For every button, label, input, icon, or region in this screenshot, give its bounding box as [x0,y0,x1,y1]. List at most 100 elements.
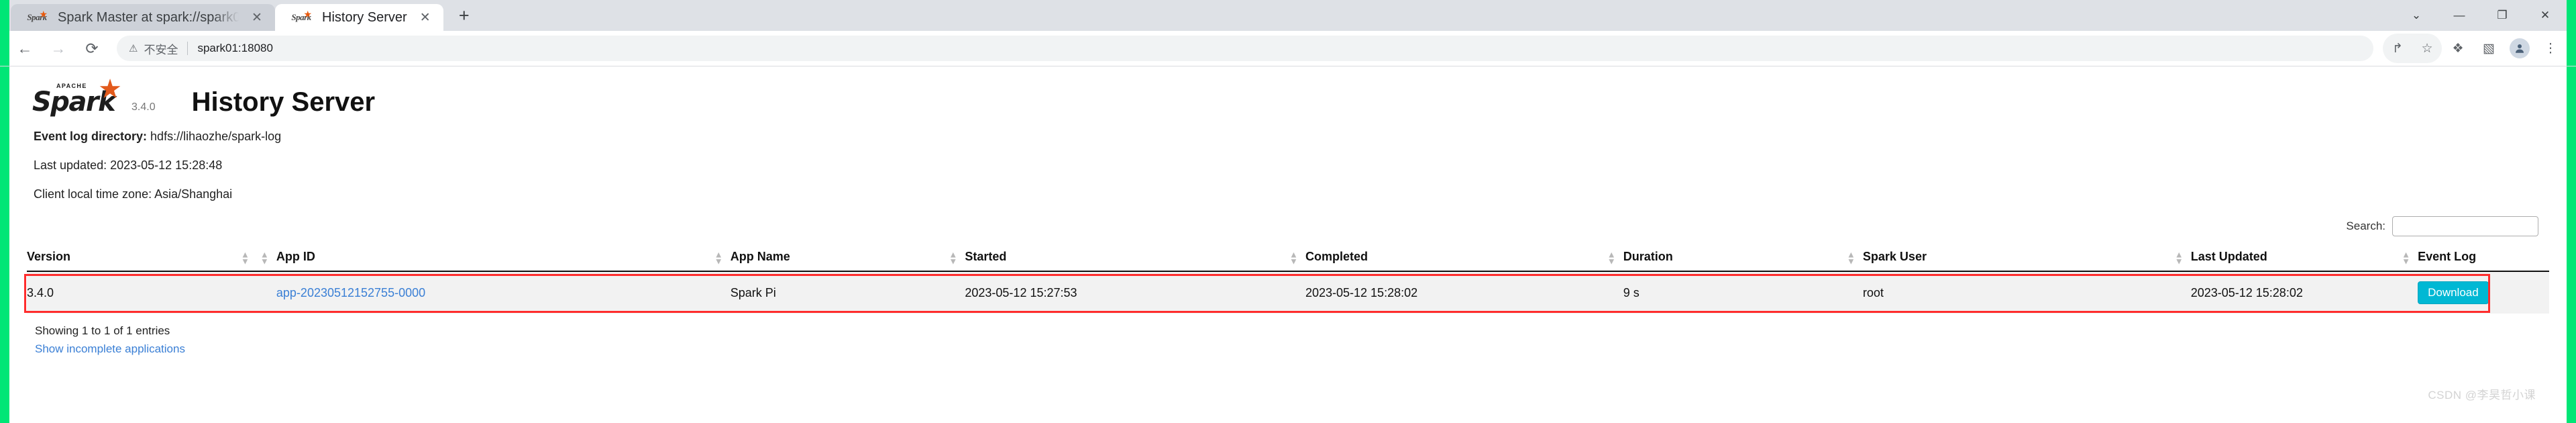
column-header-duration[interactable]: Duration ▲ ▼ [1605,244,1845,272]
column-label: Last Updated [2190,250,2267,263]
cell-text: 3.4.0 [27,285,54,299]
cell-text: 2023-05-12 15:28:02 [2190,285,2303,299]
sort-arrows-icon: ▲ ▼ [1289,248,1298,266]
search-label: Search: [2346,220,2385,232]
new-tab-button[interactable]: + [450,1,478,30]
extensions-puzzle-icon[interactable]: ❖ [2443,34,2473,63]
back-icon[interactable]: ← [9,33,40,64]
cell-last-updated: 2023-05-12 15:28:02 [2174,271,2400,314]
reload-icon[interactable]: ⟳ [76,33,107,64]
sort-arrows-icon: ▲ ▼ [2174,248,2184,266]
tab-strip: Spark ★ Spark Master at spark://spark0 ✕ … [0,0,2576,31]
spark-logo-icon: APACHE Spark ★ [32,76,126,117]
cell-text: 2023-05-12 15:28:02 [1305,285,1418,299]
tab-close-icon[interactable]: ✕ [248,9,266,26]
spark-favicon-icon: Spark ★ [291,9,312,22]
spark-favicon-icon: Spark ★ [27,9,48,22]
profile-avatar[interactable] [2505,34,2534,63]
forward-icon[interactable]: → [43,33,74,64]
tab-history-server[interactable]: Spark ★ History Server ✕ [275,4,443,31]
tab-spark-master[interactable]: Spark ★ Spark Master at spark://spark0 ✕ [11,4,275,31]
screen-edge-green-left [0,31,9,66]
csdn-watermark: CSDN @李昊哲小课 [2428,389,2536,402]
browser-toolbar: ← → ⟳ ⚠ 不安全 spark01:18080 ↱ ☆ ❖ ▧ ⋮ [0,31,2576,66]
cell-spark-user: root [1845,271,2174,314]
cell-completed: 2023-05-12 15:28:02 [1288,271,1606,314]
cell-duration: 9 s [1606,271,1845,314]
table-footer: Showing 1 to 1 of 1 entries Show incompl… [27,324,2549,356]
chrome-menu-icon[interactable]: ⋮ [2536,34,2565,63]
cell-text: Spark Pi [730,285,776,299]
cell-text: 2023-05-12 15:27:53 [965,285,1077,299]
screen-edge-green-left [0,0,9,31]
entries-count-text: Showing 1 to 1 of 1 entries [35,324,170,337]
close-icon[interactable]: ✕ [2524,0,2567,31]
spark-version-label: 3.4.0 [131,101,156,113]
info-block: Event log directory: hdfs://lihaozhe/spa… [27,130,2549,201]
column-label: Spark User [1862,250,1927,263]
page-title: History Server [191,87,376,117]
sort-arrows-icon: ▲ ▼ [260,248,269,266]
masthead: APACHE Spark ★ 3.4.0 History Server [27,66,2549,117]
omnibox-divider [187,42,189,55]
column-label: Completed [1305,250,1368,263]
column-header-completed[interactable]: Completed ▲ ▼ [1287,244,1606,272]
applications-table: Version ▲ ▼ App ID ▲ ▼ App Name ▲ ▼ Start [27,244,2549,314]
address-bar[interactable]: ⚠ 不安全 spark01:18080 [117,36,2373,61]
window-controls: ⌄ — ❐ ✕ [2395,0,2567,31]
cell-app-id: app-20230512152755-0000 [259,271,713,314]
last-updated-line: Last updated: 2023-05-12 15:28:48 [34,158,223,172]
cell-event-log: Download [2400,271,2549,314]
screen-edge-green-right [2567,31,2576,66]
column-header-event-log[interactable]: Event Log ▲ ▼ [2400,244,2549,272]
screen-edge-green-right [2567,66,2576,423]
cell-app-name: Spark Pi [713,271,948,314]
search-input[interactable] [2392,216,2538,236]
share-icon[interactable]: ↱ [2383,34,2412,63]
event-log-directory-value: hdfs://lihaozhe/spark-log [150,130,282,143]
sort-arrows-icon: ▲ ▼ [1607,248,1616,266]
tab-close-icon[interactable]: ✕ [417,9,434,26]
cell-version: 3.4.0 [27,271,259,314]
table-header-row: Version ▲ ▼ App ID ▲ ▼ App Name ▲ ▼ Start [27,244,2549,272]
event-log-directory-label: Event log directory: [34,130,148,143]
sort-arrows-icon: ▲ ▼ [241,248,250,266]
column-label: Started [965,250,1007,263]
browser-window: Spark ★ Spark Master at spark://spark0 ✕ … [0,0,2576,423]
column-header-version[interactable]: Version ▲ ▼ [27,244,259,272]
sort-arrows-icon: ▲ ▼ [949,248,958,266]
event-log-directory-line: Event log directory: hdfs://lihaozhe/spa… [34,130,2549,144]
sort-arrows-icon: ▲ ▼ [1846,248,1856,266]
column-header-app-id[interactable]: App ID ▲ ▼ [258,244,713,272]
sort-arrows-icon: ▲ ▼ [2402,248,2410,266]
toolbar-icons: ↱ ☆ ❖ ▧ ⋮ [2383,34,2565,63]
column-header-last-updated[interactable]: Last Updated ▲ ▼ [2173,244,2401,272]
tab-title: History Server [322,9,407,25]
chevron-down-icon[interactable]: ⌄ [2395,0,2438,31]
download-button[interactable]: Download [2418,281,2489,304]
column-label: Event Log [2418,250,2477,263]
table-row: 3.4.0 app-20230512152755-0000 Spark Pi 2… [27,271,2549,314]
column-label: Version [27,250,71,263]
not-secure-warning-icon: ⚠ [129,42,138,54]
side-panel-icon[interactable]: ▧ [2474,34,2504,63]
restore-icon[interactable]: ❐ [2481,0,2524,31]
column-header-app-name[interactable]: App Name ▲ ▼ [712,244,948,272]
sort-arrows-icon: ▲ ▼ [714,248,723,266]
spark-logo[interactable]: APACHE Spark ★ 3.4.0 [32,76,156,117]
column-header-started[interactable]: Started ▲ ▼ [947,244,1288,272]
show-incomplete-applications-link[interactable]: Show incomplete applications [35,342,185,355]
cell-started: 2023-05-12 15:27:53 [947,271,1288,314]
tab-title: Spark Master at spark://spark0 [58,9,239,25]
not-secure-label: 不安全 [144,43,178,56]
column-header-spark-user[interactable]: Spark User ▲ ▼ [1845,244,2174,272]
column-label: Duration [1623,250,1673,263]
screen-edge-green-left [0,66,9,423]
bookmark-star-icon[interactable]: ☆ [2412,34,2442,63]
column-label: App ID [276,250,315,263]
app-id-link[interactable]: app-20230512152755-0000 [276,286,425,299]
minimize-icon[interactable]: — [2438,0,2481,31]
column-label: App Name [730,250,790,263]
page-content: APACHE Spark ★ 3.4.0 History Server Even… [0,66,2576,423]
spark-logo-star-icon: ★ [98,75,122,104]
